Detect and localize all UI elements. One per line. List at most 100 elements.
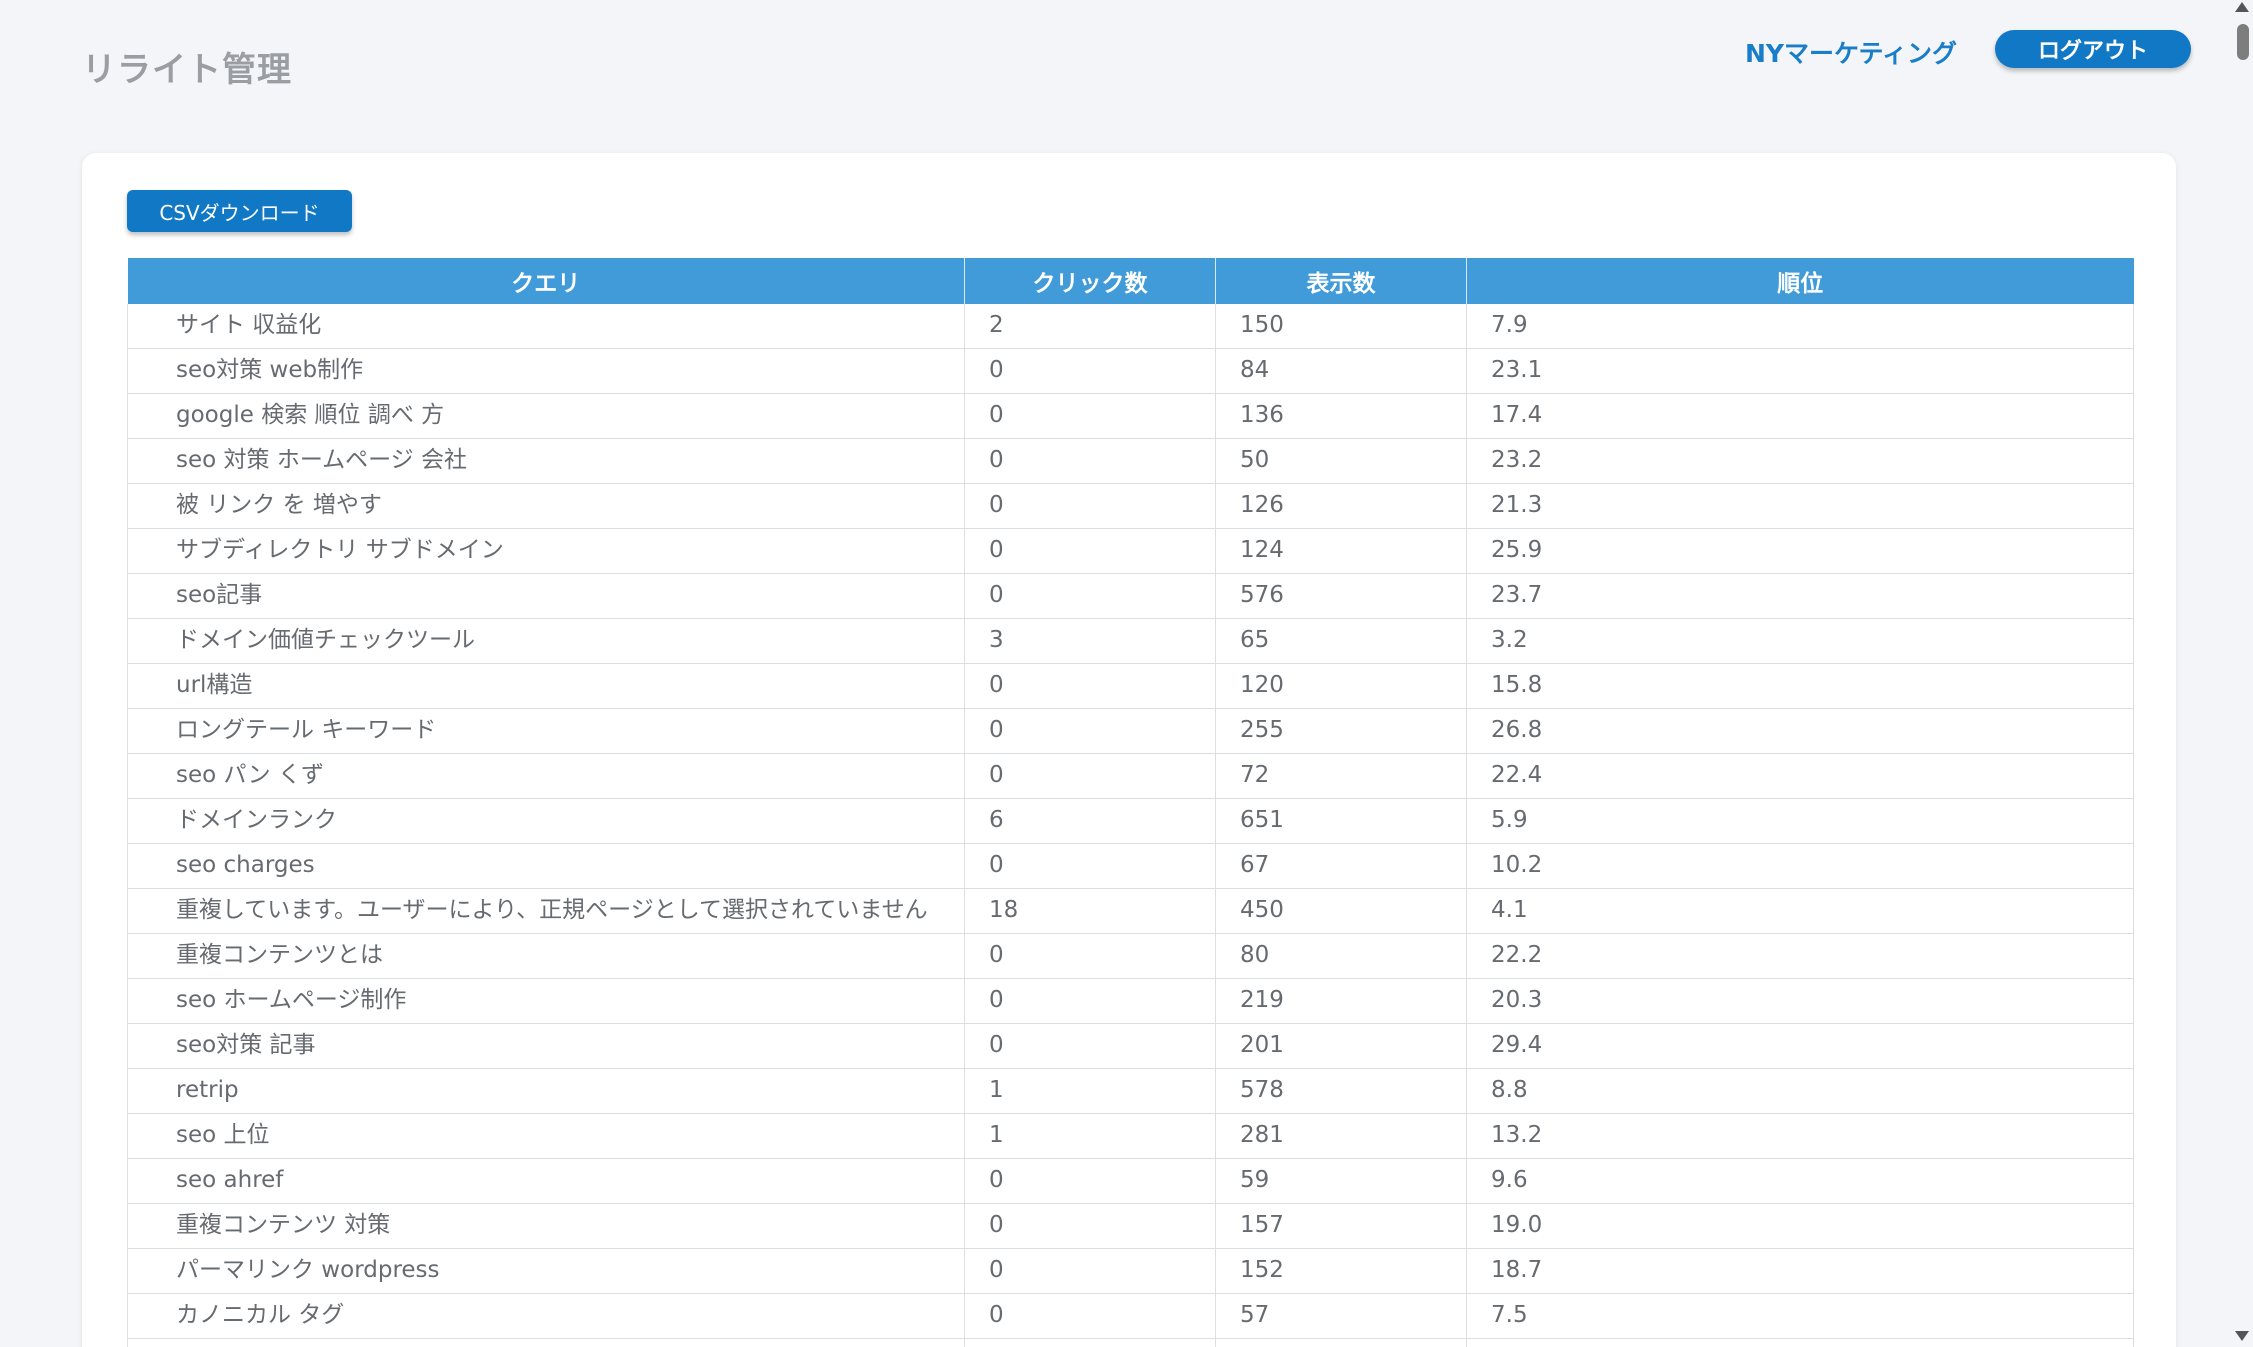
cell-clicks: 0 — [964, 483, 1216, 529]
cell-clicks: 0 — [964, 708, 1216, 754]
cell-clicks: 18 — [964, 888, 1216, 934]
table-row[interactable]: サブディレクトリ サブドメイン 0 124 25.9 — [127, 528, 2134, 574]
cell-impressions: 219 — [1215, 978, 1467, 1024]
cell-impressions: 67 — [1215, 843, 1467, 889]
column-header-query[interactable]: クエリ — [127, 258, 965, 304]
cell-position: 7.5 — [1466, 1293, 2134, 1339]
table-row[interactable]: seo ahref 0 59 9.6 — [127, 1158, 2134, 1204]
table-row[interactable]: google 検索 順位 調べ 方 0 136 17.4 — [127, 393, 2134, 439]
cell-position: 23.2 — [1466, 438, 2134, 484]
cell-position: 19.0 — [1466, 1203, 2134, 1249]
table-row[interactable]: パーマリンク wordpress 0 152 18.7 — [127, 1248, 2134, 1294]
table-body: サイト 収益化 2 150 7.9 seo対策 web制作 0 84 23.1 google 検… — [127, 304, 2134, 1347]
cell-clicks: 0 — [964, 663, 1216, 709]
table-row[interactable]: seo 対策 ホームページ 会社 0 50 23.2 — [127, 438, 2134, 484]
cell-impressions: 124 — [1215, 528, 1467, 574]
page-title: リライト管理 — [82, 50, 292, 90]
cell-query: サイト 収益化 — [127, 304, 965, 349]
cell-impressions: 152 — [1215, 1248, 1467, 1294]
cell-position: 29.4 — [1466, 1023, 2134, 1069]
table-row[interactable]: 重複コンテンツとは 0 80 22.2 — [127, 933, 2134, 979]
cell-position: 17.4 — [1466, 393, 2134, 439]
cell-query: 重複コンテンツ 対策 — [127, 1203, 965, 1249]
cell-position: 3.2 — [1466, 618, 2134, 664]
cell-impressions: 65 — [1215, 618, 1467, 664]
cell-clicks: 0 — [964, 438, 1216, 484]
table-row[interactable]: 重複しています。ユーザーにより、正規ページとして選択されていません 18 450 4.… — [127, 888, 2134, 934]
table-row[interactable]: seo記事 0 576 23.7 — [127, 573, 2134, 619]
cell-query: seo 記事 とは — [127, 1338, 965, 1347]
cell-position: 7.9 — [1466, 304, 2134, 349]
table-row[interactable]: ドメインランク 6 651 5.9 — [127, 798, 2134, 844]
cell-query: 被 リンク を 増やす — [127, 483, 965, 529]
table-row[interactable]: seo 記事 とは07720.2 — [127, 1338, 2134, 1347]
table-row[interactable]: 重複コンテンツ 対策 0 157 19.0 — [127, 1203, 2134, 1249]
table-row[interactable]: ロングテール キーワード 0 255 26.8 — [127, 708, 2134, 754]
table-row[interactable]: seo対策 web制作 0 84 23.1 — [127, 348, 2134, 394]
logout-button[interactable]: ログアウト — [1995, 30, 2191, 68]
cell-impressions: 281 — [1215, 1113, 1467, 1159]
cell-query: サブディレクトリ サブドメイン — [127, 528, 965, 574]
cell-query: パーマリンク wordpress — [127, 1248, 965, 1294]
cell-position: 20.3 — [1466, 978, 2134, 1024]
cell-impressions: 50 — [1215, 438, 1467, 484]
cell-impressions: 150 — [1215, 304, 1467, 349]
cell-position: 15.8 — [1466, 663, 2134, 709]
cell-position: 4.1 — [1466, 888, 2134, 934]
cell-query: 重複しています。ユーザーにより、正規ページとして選択されていません — [127, 888, 965, 934]
cell-query: seo 対策 ホームページ 会社 — [127, 438, 965, 484]
csv-download-button[interactable]: CSVダウンロード — [127, 190, 352, 232]
column-header-impressions[interactable]: 表示数 — [1215, 258, 1467, 304]
cell-position: 23.1 — [1466, 348, 2134, 394]
cell-impressions: 576 — [1215, 573, 1467, 619]
cell-query: ドメインランク — [127, 798, 965, 844]
cell-clicks: 3 — [964, 618, 1216, 664]
cell-impressions: 651 — [1215, 798, 1467, 844]
cell-impressions: 201 — [1215, 1023, 1467, 1069]
cell-query: seo記事 — [127, 573, 965, 619]
scroll-up-arrow-icon[interactable] — [2235, 2, 2249, 12]
table-row[interactable]: 被 リンク を 増やす 0 126 21.3 — [127, 483, 2134, 529]
cell-query: seo ホームページ制作 — [127, 978, 965, 1024]
table-row[interactable]: seo ホームページ制作 0 219 20.3 — [127, 978, 2134, 1024]
cell-position: 26.8 — [1466, 708, 2134, 754]
cell-clicks: 0 — [964, 1248, 1216, 1294]
cell-impressions: 120 — [1215, 663, 1467, 709]
cell-query: seo パン くず — [127, 753, 965, 799]
cell-impressions: 578 — [1215, 1068, 1467, 1114]
table-row[interactable]: url構造 0 120 15.8 — [127, 663, 2134, 709]
column-header-clicks[interactable]: クリック数 — [964, 258, 1216, 304]
table-row[interactable]: seo対策 記事 0 201 29.4 — [127, 1023, 2134, 1069]
cell-impressions: 80 — [1215, 933, 1467, 979]
table-row[interactable]: retrip 1 578 8.8 — [127, 1068, 2134, 1114]
cell-query: ロングテール キーワード — [127, 708, 965, 754]
cell-clicks: 1 — [964, 1113, 1216, 1159]
cell-position: 5.9 — [1466, 798, 2134, 844]
scroll-down-arrow-icon[interactable] — [2235, 1331, 2249, 1341]
cell-position: 21.3 — [1466, 483, 2134, 529]
table-row[interactable]: サイト 収益化 2 150 7.9 — [127, 304, 2134, 349]
table-row[interactable]: seo 上位 1 281 13.2 — [127, 1113, 2134, 1159]
column-header-position[interactable]: 順位 — [1466, 258, 2134, 304]
scroll-thumb[interactable] — [2237, 24, 2249, 60]
cell-clicks: 0 — [964, 1023, 1216, 1069]
cell-impressions: 450 — [1215, 888, 1467, 934]
cell-clicks: 0 — [964, 1293, 1216, 1339]
cell-impressions: 136 — [1215, 393, 1467, 439]
vertical-scrollbar[interactable] — [2231, 0, 2253, 1347]
company-link[interactable]: NYマーケティング — [1745, 34, 1957, 70]
table-row[interactable]: カノニカル タグ 0 57 7.5 — [127, 1293, 2134, 1339]
cell-clicks: 0 — [964, 843, 1216, 889]
cell-impressions: 157 — [1215, 1203, 1467, 1249]
table-row[interactable]: seo パン くず 0 72 22.4 — [127, 753, 2134, 799]
cell-position: 20.2 — [1466, 1338, 2134, 1347]
table-row[interactable]: seo charges 0 67 10.2 — [127, 843, 2134, 889]
cell-clicks: 1 — [964, 1068, 1216, 1114]
table-wrapper: クエリ クリック数 表示数 順位 サイト 収益化 2 150 7.9 seo対策 web… — [127, 258, 2134, 1347]
cell-query: seo対策 記事 — [127, 1023, 965, 1069]
cell-position: 23.7 — [1466, 573, 2134, 619]
table-header-row: クエリ クリック数 表示数 順位 — [127, 258, 2134, 304]
table-row[interactable]: ドメイン価値チェックツール 3 65 3.2 — [127, 618, 2134, 664]
cell-query: seo charges — [127, 843, 965, 889]
cell-position: 13.2 — [1466, 1113, 2134, 1159]
